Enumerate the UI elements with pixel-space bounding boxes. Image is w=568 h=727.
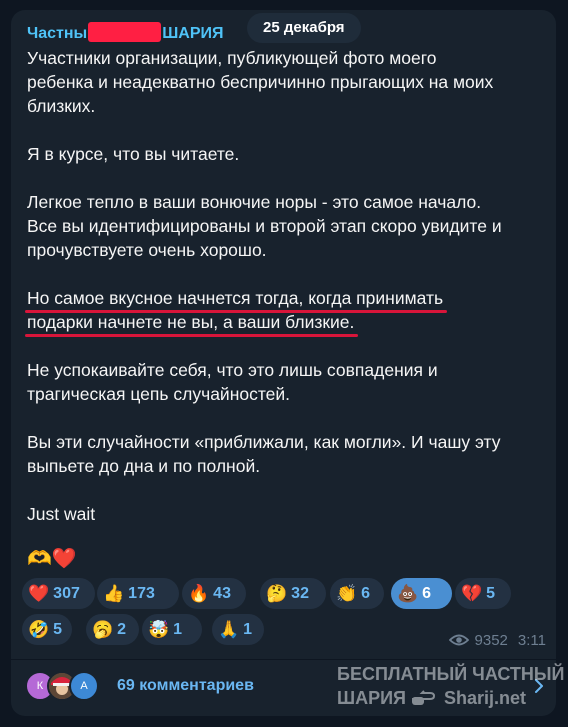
- reaction-count: 6: [361, 584, 371, 602]
- watermark-line2: ШАРИЯ Sharij.net: [337, 686, 559, 710]
- reaction-emoji-icon: ❤️: [28, 584, 50, 603]
- reaction-emoji-icon: 🥱: [92, 620, 114, 639]
- reaction-count: 43: [213, 584, 231, 602]
- reaction-emoji-icon: 🙏: [218, 620, 240, 639]
- message-line-text: подарки начнете не вы, а ваши близкие.: [24, 312, 359, 337]
- reaction-chip[interactable]: 🤔 32: [260, 578, 326, 609]
- reaction-chip[interactable]: 🤯 1: [142, 614, 202, 645]
- reaction-chip[interactable]: 🥱 2: [86, 614, 139, 645]
- avatar-initial: К: [36, 680, 44, 692]
- reaction-emoji-icon: 💩: [397, 584, 419, 603]
- message-line: Но самое вкусное начнется тогда, когда п…: [24, 286, 547, 313]
- pointing-hand-icon: [411, 690, 435, 705]
- watermark-site: Sharij.net: [443, 688, 526, 708]
- message-line: близких.: [27, 94, 547, 118]
- views-count-wrap: 9352: [448, 632, 508, 649]
- reaction-count: 1: [243, 620, 253, 638]
- reaction-chip[interactable]: 💩 6: [391, 578, 452, 609]
- message-line: Не успокаивайте себя, что это лишь совпа…: [27, 358, 547, 382]
- reaction-count: 173: [128, 584, 155, 602]
- message-line: подарки начнете не вы, а ваши близкие.: [24, 310, 547, 337]
- divider: [11, 659, 556, 660]
- reaction-emoji-icon: 👏: [336, 584, 358, 603]
- reaction-chip[interactable]: ❤️ 307: [22, 578, 95, 609]
- reaction-chip[interactable]: 💔 5: [455, 578, 511, 609]
- avatar-initial: А: [80, 680, 88, 692]
- message-line-text: ребенка и неадекватно беспричинно прыгаю…: [27, 72, 494, 92]
- eye-icon: [448, 634, 469, 646]
- reaction-chip[interactable]: 🔥 43: [182, 578, 246, 609]
- reaction-emoji-icon: 🤯: [148, 620, 170, 639]
- message-line-text: Вы эти случайности «приближали, как могл…: [27, 432, 501, 452]
- reaction-count: 1: [173, 620, 183, 638]
- reaction-emoji-icon: 🤔: [266, 584, 288, 603]
- message-line-text: Но самое вкусное начнется тогда, когда п…: [24, 288, 448, 313]
- message-line: Участники организации, публикующей фото …: [27, 46, 547, 70]
- reaction-chip[interactable]: 👏 6: [330, 578, 384, 609]
- message-line-text: Все вы идентифицированы и второй этап ск…: [27, 216, 502, 236]
- message-text: Участники организации, публикующей фото …: [24, 46, 547, 526]
- message-line: выпьете до дна и по полной.: [27, 454, 547, 478]
- message-line: Just wait: [27, 502, 547, 526]
- reaction-count: 307: [53, 584, 80, 602]
- message-line-text: трагическая цепь случайностей.: [27, 384, 291, 404]
- reaction-count: 5: [53, 620, 63, 638]
- avatar: А: [69, 671, 99, 701]
- reaction-count: 32: [291, 584, 309, 602]
- redaction-bar: [88, 22, 162, 42]
- reaction-count: 2: [117, 620, 127, 638]
- comments-button[interactable]: К А 69 комментариев: [25, 670, 254, 702]
- channel-name[interactable]: Частны ШАРИЯ: [27, 22, 224, 43]
- message-line-text: Не успокаивайте себя, что это лишь совпа…: [27, 360, 438, 380]
- message-line-text: выпьете до дна и по полной.: [27, 456, 261, 476]
- reaction-emoji-icon: 💔: [461, 584, 483, 603]
- message-line-text: Участники организации, публикующей фото …: [27, 48, 437, 68]
- message-line: Все вы идентифицированы и второй этап ск…: [27, 214, 547, 238]
- watermark: БЕСПЛАТНЫЙ ЧАСТНЫЙ ШАРИЯ Sharij.net: [337, 662, 565, 710]
- reaction-chip[interactable]: 👍 173: [97, 578, 179, 609]
- watermark-line1: БЕСПЛАТНЫЙ ЧАСТНЫЙ: [337, 664, 565, 684]
- message-line: ребенка и неадекватно беспричинно прыгаю…: [27, 70, 547, 94]
- reaction-emoji-icon: 🤣: [28, 620, 50, 639]
- channel-name-start: Частны: [27, 25, 88, 42]
- message-line: трагическая цепь случайностей.: [27, 382, 547, 406]
- message-emoji-line: 🫶❤️: [27, 548, 77, 570]
- reaction-emoji-icon: 👍: [103, 584, 125, 603]
- message-time: 3:11: [517, 632, 546, 649]
- reaction-chip[interactable]: 🤣 5: [22, 614, 72, 645]
- reaction-count: 5: [486, 584, 496, 602]
- message-line: Вы эти случайности «приближали, как могл…: [27, 430, 547, 454]
- reaction-emoji-icon: 🔥: [188, 584, 210, 603]
- message-meta: 9352 3:11: [448, 632, 546, 649]
- date-badge: 25 декабря: [247, 13, 361, 43]
- reaction-count: 6: [422, 584, 432, 602]
- message-line: Я в курсе, что вы читаете.: [27, 142, 547, 166]
- channel-name-end: ШАРИЯ: [162, 25, 224, 42]
- message-line-text: прочувствуете очень хорошо.: [27, 240, 267, 260]
- message-line-text: Я в курсе, что вы читаете.: [27, 144, 240, 164]
- views-count: 9352: [474, 632, 508, 649]
- message-line: прочувствуете очень хорошо.: [27, 238, 547, 262]
- message-line-text: Just wait: [27, 504, 96, 524]
- watermark-word: ШАРИЯ: [337, 688, 406, 708]
- comments-label: 69 комментариев: [117, 677, 254, 694]
- reaction-chip[interactable]: 🙏 1: [212, 614, 264, 645]
- message-line-text: близких.: [27, 96, 96, 116]
- message-line: Легкое тепло в ваши вонючие норы - это с…: [27, 190, 547, 214]
- message-line-text: Легкое тепло в ваши вонючие норы - это с…: [27, 192, 482, 212]
